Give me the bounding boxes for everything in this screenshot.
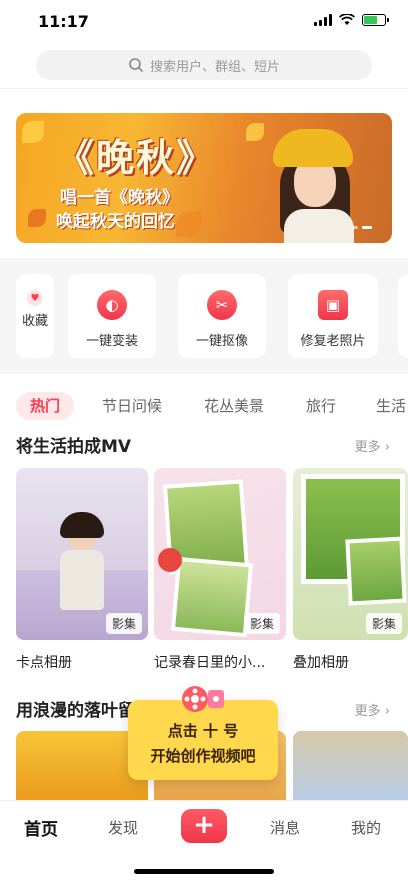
- tooltip-line1: 点击 十 号: [167, 722, 239, 740]
- signal-icon: [314, 14, 332, 26]
- template-card[interactable]: 影集: [293, 468, 408, 640]
- search-bar[interactable]: 搜索用户、群组、短片: [36, 50, 372, 80]
- template-thumb[interactable]: [293, 731, 408, 801]
- search-icon: [129, 58, 144, 73]
- tool-section: ♥ 收藏 ◐ 一键变装 ✂ 一键抠像 ▣ 修复老照片: [0, 258, 408, 374]
- more-link[interactable]: 更多 ›: [355, 436, 390, 455]
- divider: [0, 88, 408, 89]
- favorites-label: 收藏: [21, 314, 48, 329]
- wifi-icon: [339, 14, 355, 25]
- favorites-button[interactable]: ♥ 收藏: [16, 274, 54, 358]
- banner-line1: 唱一首《晚秋》: [60, 188, 179, 208]
- tool-label: 一键变装: [85, 334, 138, 349]
- mask-icon: ◐: [97, 290, 127, 320]
- status-icons: [314, 14, 389, 26]
- card-title: 卡点相册: [16, 655, 72, 671]
- tab-flowers[interactable]: 花丛美景: [204, 392, 264, 420]
- tab-life[interactable]: 生活: [376, 392, 406, 420]
- status-time: 11:17: [38, 12, 89, 31]
- tool-restore-photo[interactable]: ▣ 修复老照片: [288, 274, 378, 358]
- template-card[interactable]: 影集: [154, 468, 286, 640]
- tool-label: 一键抠像: [195, 334, 248, 349]
- scissors-icon: ✂: [207, 290, 237, 320]
- bottom-nav: 首页 发现 + 消息 我的: [0, 800, 408, 852]
- tab-festival[interactable]: 节日问候: [102, 392, 162, 420]
- status-bar: 11:17: [0, 0, 408, 44]
- search-placeholder: 搜索用户、群组、短片: [149, 59, 280, 75]
- category-tabs: 热门 节日问候 花丛美景 旅行 生活: [0, 390, 408, 422]
- tool-more[interactable]: [398, 274, 408, 358]
- heart-icon: ♥: [27, 290, 43, 306]
- tab-hot[interactable]: 热门: [16, 392, 75, 420]
- template-card[interactable]: 影集: [16, 468, 148, 640]
- card-title: 记录春日里的小...: [154, 655, 266, 671]
- nav-home[interactable]: 首页: [24, 815, 58, 840]
- battery-icon: [362, 14, 389, 26]
- nav-me[interactable]: 我的: [351, 817, 381, 838]
- promo-banner[interactable]: 《晚秋》 唱一首《晚秋》 唤起秋天的回忆: [16, 113, 392, 243]
- create-button[interactable]: +: [181, 809, 227, 843]
- tab-travel[interactable]: 旅行: [306, 392, 336, 420]
- banner-portrait: [268, 123, 368, 243]
- badge: 影集: [243, 613, 280, 634]
- section-title: 将生活拍成MV: [16, 437, 132, 457]
- nav-discover[interactable]: 发现: [108, 817, 138, 838]
- banner-title: 《晚秋》: [56, 135, 217, 180]
- tool-label: 修复老照片: [300, 334, 366, 349]
- card-title: 叠加相册: [293, 655, 349, 671]
- carousel-indicator: [352, 226, 372, 229]
- more-link[interactable]: 更多 ›: [355, 700, 390, 719]
- tool-cutout[interactable]: ✂ 一键抠像: [178, 274, 266, 358]
- film-icon: [182, 686, 224, 712]
- badge: 影集: [105, 613, 142, 634]
- badge: 影集: [365, 613, 402, 634]
- home-indicator: [134, 869, 274, 874]
- tool-costume[interactable]: ◐ 一键变装: [68, 274, 156, 358]
- tooltip-line2: 开始创作视频吧: [150, 747, 256, 765]
- photo-icon: ▣: [318, 290, 348, 320]
- banner-line2: 唤起秋天的回忆: [56, 212, 175, 232]
- nav-messages[interactable]: 消息: [270, 817, 300, 838]
